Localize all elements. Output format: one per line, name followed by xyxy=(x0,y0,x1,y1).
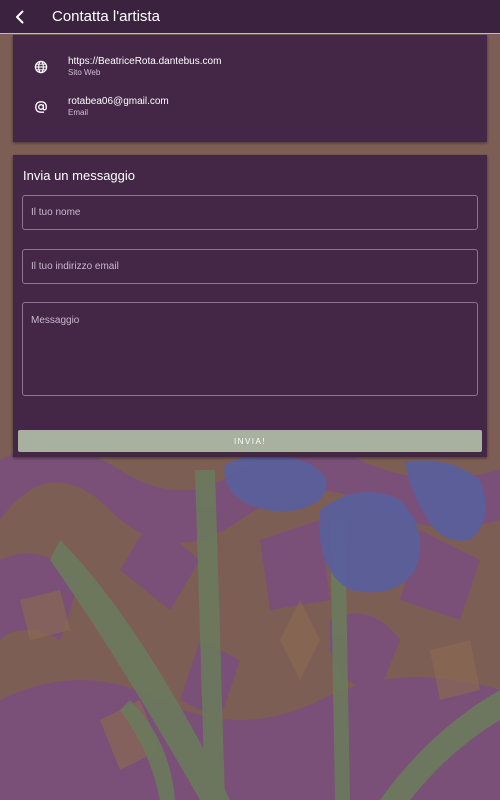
send-button[interactable]: INVIA! xyxy=(18,430,482,452)
arrow-back-icon xyxy=(16,10,24,23)
contact-row-email[interactable]: rotabea06@gmail.com Email xyxy=(13,92,487,122)
website-value: https://BeatriceRota.dantebus.com xyxy=(68,56,222,67)
contact-row-website[interactable]: https://BeatriceRota.dantebus.com Sito W… xyxy=(13,52,487,82)
globe-icon xyxy=(33,59,49,75)
at-icon xyxy=(33,99,49,115)
email-value: rotabea06@gmail.com xyxy=(68,96,169,107)
email-label: Email xyxy=(68,108,89,117)
message-form-card: Invia un messaggio INVIA! xyxy=(13,155,487,457)
form-title: Invia un messaggio xyxy=(23,168,136,183)
contact-info-card: https://BeatriceRota.dantebus.com Sito W… xyxy=(13,35,487,142)
message-textarea[interactable] xyxy=(22,302,478,396)
name-input[interactable] xyxy=(22,195,478,230)
page-title: Contatta l'artista xyxy=(52,8,160,25)
back-button[interactable] xyxy=(2,0,38,34)
app-bar: Contatta l'artista xyxy=(0,0,500,34)
website-label: Sito Web xyxy=(68,68,101,77)
email-input[interactable] xyxy=(22,249,478,284)
